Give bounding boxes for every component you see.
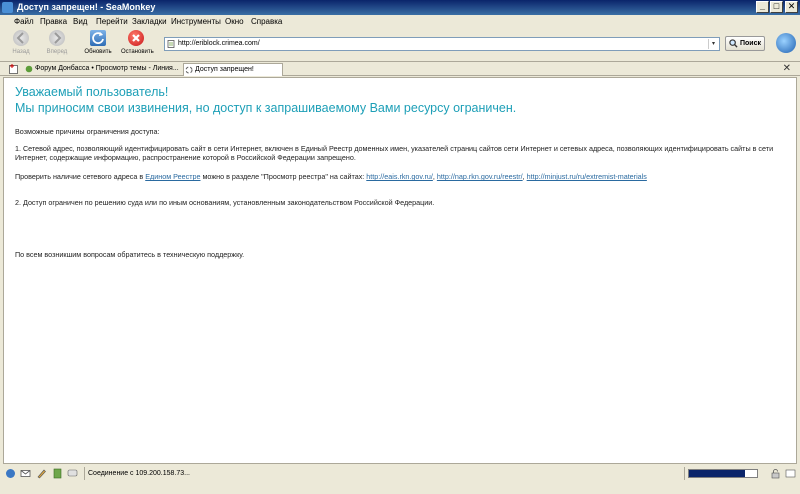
back-arrow-icon (13, 30, 29, 46)
status-divider (684, 467, 685, 480)
reason-2: 2. Доступ ограничен по решению суда или … (15, 198, 435, 207)
menu-file[interactable]: Файл (14, 15, 34, 28)
tab-bar: Форум Донбасса • Просмотр темы - Линия..… (0, 61, 800, 76)
reason-1: 1. Сетевой адрес, позволяющий идентифици… (15, 144, 774, 162)
status-text: Соединение с 109.200.158.73... (88, 470, 190, 477)
composer-icon[interactable] (36, 468, 47, 479)
forum-favicon-icon (25, 65, 33, 73)
forward-label: Вперед (46, 49, 68, 55)
window-bottom-edge (0, 484, 800, 494)
menu-tools[interactable]: Инструменты (171, 15, 221, 28)
check-mid: можно в разделе "Просмотр реестра" на са… (200, 172, 367, 181)
reload-label: Обновить (84, 49, 112, 55)
link-nap[interactable]: http://nap.rkn.gov.ru/reestr/ (437, 172, 523, 181)
online-status-icon[interactable] (5, 468, 16, 479)
support-text: По всем возникшим вопросам обратитесь в … (15, 250, 245, 259)
search-icon (729, 39, 738, 48)
title-bar: Доступ запрещен! - SeaMonkey _ □ ✕ (0, 0, 800, 15)
reasons-title: Возможные причины ограничения доступа: (15, 127, 160, 136)
new-tab-icon[interactable] (9, 64, 19, 74)
forward-button[interactable]: Вперед (42, 30, 72, 60)
check-prefix: Проверить наличие сетевого адреса в (15, 172, 146, 181)
menu-bookmarks[interactable]: Закладки (132, 15, 167, 28)
browser-window: Доступ запрещен! - SeaMonkey _ □ ✕ Файл … (0, 0, 800, 494)
progress-fill (689, 470, 745, 477)
menu-window[interactable]: Окно (225, 15, 244, 28)
url-dropdown-icon[interactable]: ▾ (708, 39, 718, 49)
status-bar: Соединение с 109.200.158.73... (0, 465, 800, 483)
menu-help[interactable]: Справка (251, 15, 282, 28)
search-label: Поиск (740, 40, 762, 47)
link-minjust[interactable]: http://minjust.ru/ru/extremist-materials (527, 172, 647, 181)
page-heading-greeting: Уважаемый пользователь! (15, 85, 169, 99)
security-lock-icon[interactable] (770, 468, 781, 479)
mail-icon[interactable] (20, 468, 31, 479)
load-progress-bar (688, 469, 758, 478)
tab-forum[interactable]: Форум Донбасса • Просмотр темы - Линия..… (24, 63, 182, 76)
reload-icon (90, 30, 106, 46)
reload-button[interactable]: Обновить (83, 30, 113, 60)
seamonkey-app-icon (2, 2, 13, 13)
page-icon (167, 40, 175, 48)
maximize-button[interactable]: □ (770, 1, 783, 13)
url-bar[interactable]: http://eriblock.crimea.com/ ▾ (164, 37, 720, 51)
link-eais[interactable]: http://eais.rkn.gov.ru/ (366, 172, 433, 181)
url-text: http://eriblock.crimea.com/ (178, 40, 260, 47)
navigation-toolbar: Назад Вперед Обновить Остановить http://… (0, 28, 800, 60)
menu-go[interactable]: Перейти (96, 15, 128, 28)
page-heading-apology: Мы приносим свои извинения, но доступ к … (15, 101, 517, 115)
stop-icon (128, 30, 144, 46)
popup-blocker-icon[interactable] (785, 468, 796, 479)
menu-edit[interactable]: Правка (40, 15, 67, 28)
stop-button[interactable]: Остановить (121, 30, 154, 60)
close-window-button[interactable]: ✕ (785, 1, 798, 13)
minimize-button[interactable]: _ (756, 1, 769, 13)
irc-chat-icon[interactable] (67, 468, 78, 479)
address-book-icon[interactable] (52, 468, 63, 479)
menu-bar: Файл Правка Вид Перейти Закладки Инструм… (0, 15, 800, 28)
check-registry-text: Проверить наличие сетевого адреса в Един… (15, 172, 785, 181)
seamonkey-logo-icon (776, 33, 796, 53)
tab-forum-label: Форум Донбасса • Просмотр темы - Линия..… (35, 65, 179, 72)
registry-link[interactable]: Едином Реестре (145, 172, 200, 181)
back-button[interactable]: Назад (6, 30, 36, 60)
window-title: Доступ запрещен! - SeaMonkey (17, 2, 156, 12)
page-content: Уважаемый пользователь! Мы приносим свои… (3, 77, 797, 464)
stop-label: Остановить (121, 49, 154, 55)
status-divider (84, 467, 85, 480)
back-label: Назад (12, 49, 30, 55)
close-tab-icon[interactable]: ✕ (783, 62, 791, 76)
search-button[interactable]: Поиск (725, 36, 765, 51)
loading-spinner-icon (185, 66, 193, 74)
menu-view[interactable]: Вид (73, 15, 87, 28)
tab-access-denied[interactable]: Доступ запрещен! (183, 63, 283, 76)
tab-access-denied-label: Доступ запрещен! (195, 66, 254, 73)
forward-arrow-icon (49, 30, 65, 46)
